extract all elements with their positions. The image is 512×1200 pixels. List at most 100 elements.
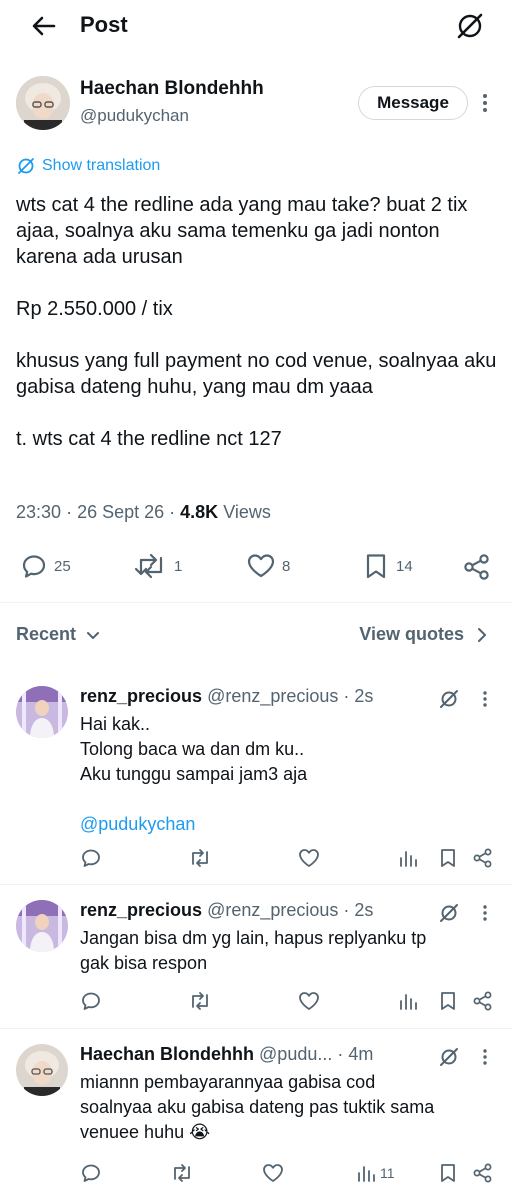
reply-line: Hai kak.. xyxy=(80,714,151,734)
grok-icon xyxy=(440,690,458,708)
sort-label: Recent xyxy=(16,624,77,644)
mention-link[interactable]: @pudukychan xyxy=(80,812,500,837)
repost-button[interactable] xyxy=(170,1162,194,1184)
reply-line: Jangan bisa dm yg lain, hapus replyanku … xyxy=(80,928,427,948)
views-count[interactable]: 4.8K xyxy=(180,502,218,522)
more-vertical-icon xyxy=(483,94,487,112)
bookmark-button[interactable] xyxy=(438,847,458,869)
reply-item[interactable]: renz_precious @renz_precious · 2s Jangan… xyxy=(0,886,512,1026)
reply-action-bar xyxy=(0,847,512,871)
avatar[interactable] xyxy=(16,900,68,952)
author-handle[interactable]: @pudukychan xyxy=(80,106,189,126)
like-button[interactable]: 8 xyxy=(246,552,290,580)
divider xyxy=(0,1028,512,1029)
back-button[interactable] xyxy=(28,10,60,42)
share-icon xyxy=(473,991,492,1011)
like-button[interactable] xyxy=(262,1162,284,1184)
share-button[interactable] xyxy=(472,990,494,1012)
reply-line: venuee huhu 😭 xyxy=(80,1122,211,1142)
post-time[interactable]: 23:30 xyxy=(16,502,61,522)
top-bar: Post xyxy=(0,0,512,54)
divider xyxy=(0,884,512,885)
bookmark-icon xyxy=(441,1164,455,1182)
bookmark-icon xyxy=(441,849,455,867)
more-vertical-icon xyxy=(483,691,487,707)
bookmark-button[interactable] xyxy=(438,990,458,1012)
arrow-left-icon xyxy=(32,16,56,36)
more-options-button[interactable] xyxy=(476,88,494,118)
meta-separator: · xyxy=(337,1044,349,1064)
reply-author-handle[interactable]: @renz_precious xyxy=(207,686,338,706)
grok-icon xyxy=(440,904,458,922)
bookmark-icon xyxy=(366,554,386,579)
reply-sort-dropdown[interactable]: Recent xyxy=(16,624,104,645)
reply-author-handle[interactable]: @pudu... xyxy=(259,1044,332,1064)
more-options-button[interactable] xyxy=(478,688,492,710)
share-button[interactable] xyxy=(462,552,492,582)
reply-icon xyxy=(82,992,100,1010)
view-quotes-link[interactable]: View quotes xyxy=(359,624,492,645)
repost-count: 1 xyxy=(174,557,183,575)
share-button[interactable] xyxy=(472,847,494,869)
post-paragraph: khusus yang full payment no cod venue, s… xyxy=(16,350,497,398)
avatar[interactable] xyxy=(16,1044,68,1096)
repost-button[interactable]: 1 xyxy=(134,552,182,580)
views-icon xyxy=(358,1166,375,1182)
reply-text: Jangan bisa dm yg lain, hapus replyanku … xyxy=(80,926,500,976)
share-icon xyxy=(473,848,492,868)
repost-button[interactable] xyxy=(188,990,212,1012)
post-paragraph: t. wts cat 4 the redline nct 127 xyxy=(16,428,282,450)
reply-item[interactable]: Haechan Blondehhh @pudu... · 4m miannn p… xyxy=(0,1030,512,1198)
reply-time[interactable]: 2s xyxy=(354,900,373,920)
bookmark-button[interactable] xyxy=(438,1162,458,1184)
like-count: 8 xyxy=(282,557,291,575)
grok-button[interactable] xyxy=(438,1046,460,1068)
reply-button[interactable] xyxy=(80,847,102,869)
reply-author-name[interactable]: Haechan Blondehhh xyxy=(80,1044,254,1064)
reply-button[interactable] xyxy=(80,990,102,1012)
show-translation-link[interactable]: Show translation xyxy=(16,154,160,178)
post-action-bar: 25 1 8 14 xyxy=(0,548,512,582)
views-button[interactable]: 11 xyxy=(356,1162,395,1184)
more-options-button[interactable] xyxy=(478,1046,492,1068)
reply-button[interactable]: 25 xyxy=(20,552,71,580)
show-translation-label: Show translation xyxy=(42,157,161,174)
share-button[interactable] xyxy=(472,1162,494,1184)
reply-button[interactable] xyxy=(80,1162,102,1184)
grok-button[interactable] xyxy=(454,10,486,42)
reply-icon xyxy=(82,1164,100,1182)
views-button[interactable] xyxy=(398,990,422,1012)
reply-time[interactable]: 2s xyxy=(354,686,373,706)
avatar[interactable] xyxy=(16,686,68,738)
grok-button[interactable] xyxy=(438,688,460,710)
reply-time[interactable]: 4m xyxy=(348,1044,373,1064)
repost-icon xyxy=(134,553,163,579)
like-button[interactable] xyxy=(298,847,320,869)
reply-author-name[interactable]: renz_precious xyxy=(80,686,202,706)
reply-author-handle[interactable]: @renz_precious xyxy=(207,900,338,920)
like-button[interactable] xyxy=(298,990,320,1012)
author-name[interactable]: Haechan Blondehhh xyxy=(80,78,264,100)
post-text: wts cat 4 the redline ada yang mau take?… xyxy=(16,192,502,452)
reply-item[interactable]: renz_precious @renz_precious · 2s Hai ka… xyxy=(0,672,512,872)
reply-line: Aku tunggu sampai jam3 aja xyxy=(80,764,308,784)
heart-icon xyxy=(247,554,275,578)
reply-line: soalnyaa aku gabisa dateng pas tuktik sa… xyxy=(80,1097,435,1117)
repost-button[interactable] xyxy=(188,847,212,869)
reply-author-name[interactable]: renz_precious xyxy=(80,900,202,920)
divider xyxy=(0,602,512,603)
share-icon xyxy=(473,1163,492,1183)
bookmark-button[interactable]: 14 xyxy=(362,552,413,580)
message-button[interactable]: Message xyxy=(358,86,468,120)
page-title: Post xyxy=(80,12,128,37)
reply-icon xyxy=(22,555,46,578)
grok-button[interactable] xyxy=(438,902,460,924)
reply-action-bar: 11 xyxy=(0,1162,512,1186)
post-paragraph: wts cat 4 the redline ada yang mau take?… xyxy=(16,194,468,268)
views-label: Views xyxy=(223,502,271,522)
author-avatar[interactable] xyxy=(16,76,70,130)
views-icon xyxy=(400,994,417,1010)
views-button[interactable] xyxy=(398,847,422,869)
more-options-button[interactable] xyxy=(478,902,492,924)
post-date[interactable]: 26 Sept 26 xyxy=(77,502,164,522)
